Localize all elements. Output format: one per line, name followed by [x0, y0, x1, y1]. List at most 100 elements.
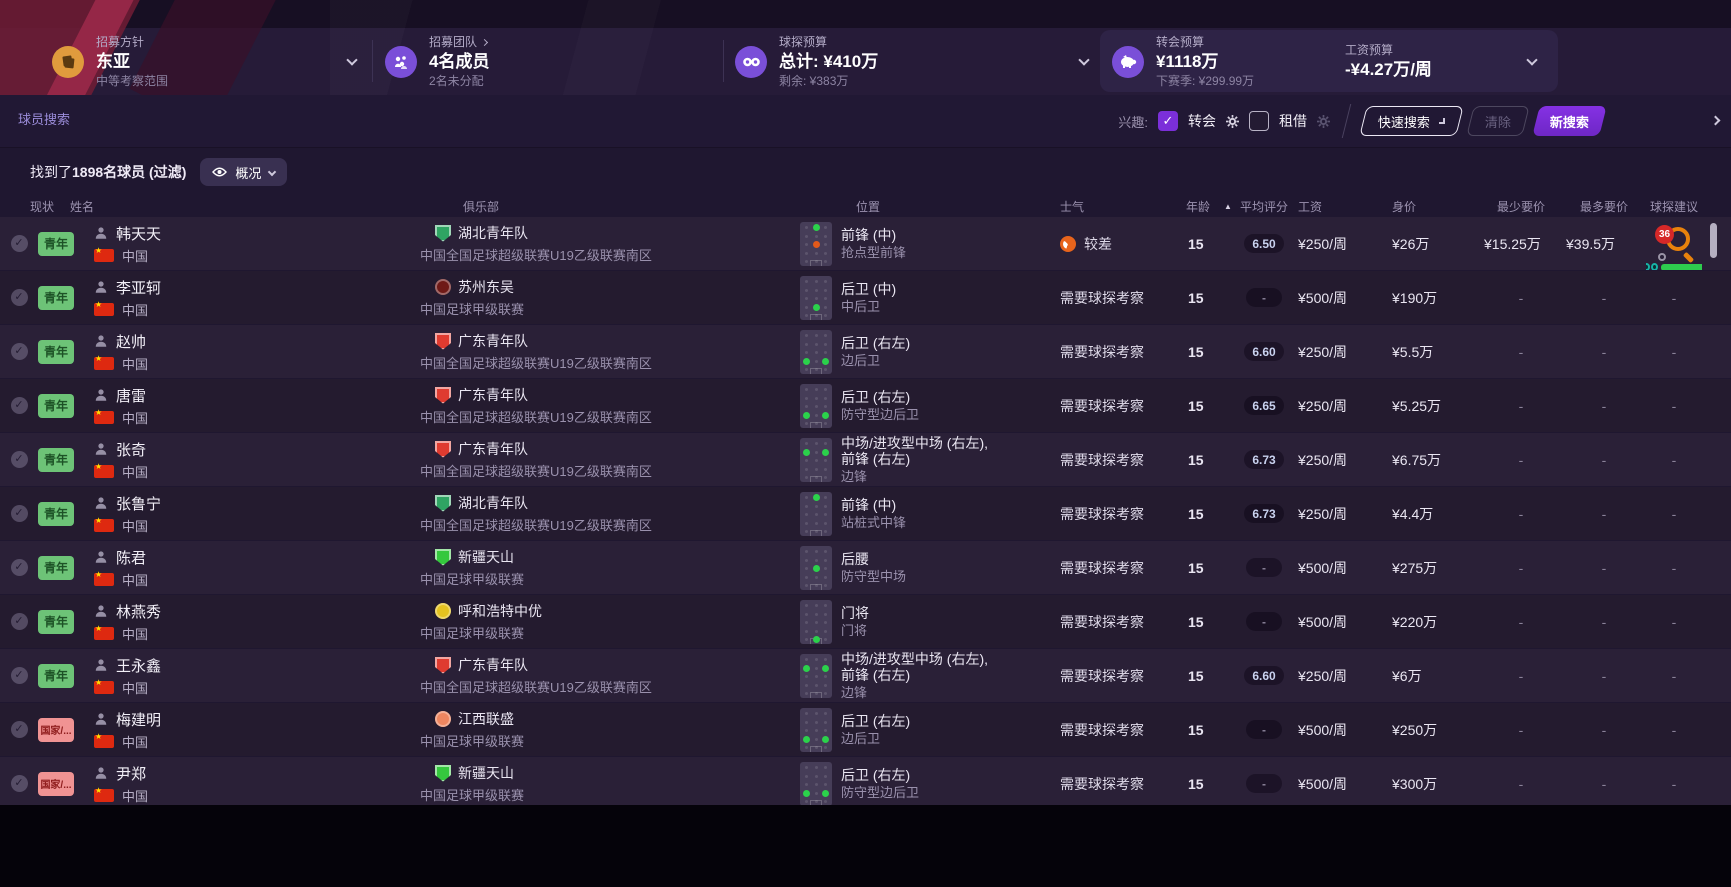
- morale-text: 需要球探考察: [1060, 343, 1144, 360]
- club-name[interactable]: 江西联盛: [458, 709, 514, 729]
- row-checkbox[interactable]: ✓: [10, 235, 28, 252]
- table-row[interactable]: ✓ 青年 张奇 ★ 中国 广东青年队 中国全国足球超级联赛U19乙级联赛南区 中…: [0, 433, 1731, 486]
- recruitment-policy-icon: [52, 46, 84, 78]
- status-badge: 青年: [38, 501, 74, 526]
- transfer-value: ¥275万: [1392, 559, 1438, 576]
- china-flag-icon: ★: [94, 300, 114, 316]
- table-row[interactable]: ✓ 青年 赵帅 ★ 中国 广东青年队 中国全国足球超级联赛U19乙级联赛南区 后…: [0, 325, 1731, 378]
- club-crest-icon: [435, 603, 451, 619]
- row-checkbox[interactable]: ✓: [10, 613, 28, 630]
- club-crest-icon: [435, 224, 451, 242]
- panel-recruitment-team[interactable]: 招募团队 4名成员 2名未分配: [385, 30, 489, 94]
- club-name[interactable]: 广东青年队: [458, 439, 528, 459]
- header-position[interactable]: 位置: [856, 198, 1056, 215]
- player-name[interactable]: 张奇: [116, 439, 146, 460]
- club-name[interactable]: 呼和浩特中优: [458, 601, 542, 621]
- table-row[interactable]: ✓ 青年 韩天天 ★ 中国 湖北青年队 中国全国足球超级联赛U19乙级联赛南区 …: [0, 217, 1731, 270]
- panel-scouting-budget[interactable]: 球探预算 总计: ¥410万 剩余: ¥383万: [735, 30, 878, 94]
- loan-checkbox[interactable]: [1248, 111, 1269, 131]
- panel-wage-budget[interactable]: 工资预算 -¥4.27万/周: [1345, 30, 1432, 94]
- club-name[interactable]: 苏州东吴: [458, 277, 514, 297]
- row-checkbox[interactable]: ✓: [10, 451, 28, 468]
- scout-recommendation-empty: -: [1671, 451, 1677, 468]
- table-row[interactable]: ✓ 青年 林燕秀 ★ 中国 呼和浩特中优 中国足球甲级联赛 门将 门将 需要球探…: [0, 595, 1731, 648]
- club-name[interactable]: 广东青年队: [458, 655, 528, 675]
- new-search-button[interactable]: 新搜索: [1532, 106, 1607, 136]
- league-name: 中国足球甲级联赛: [420, 626, 525, 641]
- header-morale[interactable]: 士气: [1060, 198, 1184, 215]
- row-checkbox[interactable]: ✓: [10, 505, 28, 522]
- header-name[interactable]: 姓名: [70, 198, 420, 215]
- table-row[interactable]: ✓ 青年 唐雷 ★ 中国 广东青年队 中国全国足球超级联赛U19乙级联赛南区 后…: [0, 379, 1731, 432]
- position-text: 中场/进攻型中场 (右左), 前锋 (右左): [841, 651, 988, 683]
- player-name[interactable]: 韩天天: [116, 223, 161, 244]
- club-name[interactable]: 新疆天山: [458, 547, 514, 567]
- row-checkbox[interactable]: ✓: [10, 775, 28, 792]
- table-row[interactable]: ✓ 国家/... 梅建明 ★ 中国 江西联盛 中国足球甲级联赛 后卫 (右左) …: [0, 703, 1731, 756]
- row-checkbox[interactable]: ✓: [10, 289, 28, 306]
- club-name[interactable]: 广东青年队: [458, 331, 528, 351]
- clear-button[interactable]: 清除: [1466, 106, 1530, 136]
- player-name[interactable]: 王永鑫: [116, 655, 161, 676]
- header-club[interactable]: 俱乐部: [463, 198, 784, 215]
- china-flag-icon: ★: [94, 732, 114, 748]
- chevron-right-icon[interactable]: [1710, 115, 1721, 126]
- row-checkbox[interactable]: ✓: [10, 343, 28, 360]
- header-wage[interactable]: 工资: [1296, 198, 1390, 215]
- max-asking-price: -: [1601, 721, 1607, 738]
- scout-recommendation-empty: -: [1671, 559, 1677, 576]
- view-selector[interactable]: 概况: [200, 158, 288, 186]
- panel-recruitment-policy[interactable]: 招募方针 东亚 中等考察范围: [52, 30, 168, 94]
- player-name[interactable]: 赵帅: [116, 331, 146, 352]
- club-name[interactable]: 湖北青年队: [458, 493, 528, 513]
- player-nation: 中国: [122, 680, 149, 696]
- position-map-icon: [800, 491, 832, 536]
- player-name[interactable]: 张鲁宁: [116, 493, 161, 514]
- scout-recommendation-empty: -: [1671, 397, 1677, 414]
- table-row[interactable]: ✓ 青年 王永鑫 ★ 中国 广东青年队 中国全国足球超级联赛U19乙级联赛南区 …: [0, 649, 1731, 702]
- header-min-price[interactable]: 最少要价: [1480, 198, 1562, 215]
- quick-search-dropdown[interactable]: 快速搜索: [1359, 106, 1464, 136]
- table-row[interactable]: ✓ 青年 张鲁宁 ★ 中国 湖北青年队 中国全国足球超级联赛U19乙级联赛南区 …: [0, 487, 1731, 540]
- position-text: 后卫 (中): [841, 281, 897, 297]
- panel-sub: 中等考察范围: [96, 73, 169, 88]
- row-checkbox[interactable]: ✓: [10, 667, 28, 684]
- panel-transfer-budget[interactable]: 转会预算 ¥1118万 下赛季: ¥299.99万: [1112, 30, 1254, 94]
- header-max-price[interactable]: 最多要价: [1562, 198, 1646, 215]
- player-name[interactable]: 李亚轲: [116, 277, 161, 298]
- chevron-down-icon: [268, 167, 277, 177]
- player-name[interactable]: 唐雷: [116, 385, 146, 406]
- header-age[interactable]: 年龄 ▲: [1184, 198, 1232, 215]
- player-role: 边锋: [841, 685, 868, 700]
- player-name[interactable]: 尹郑: [116, 763, 146, 784]
- table-row[interactable]: ✓ 国家/... 尹郑 ★ 中国 新疆天山 中国足球甲级联赛 后卫 (右左) 防…: [0, 757, 1731, 805]
- header-value[interactable]: 身价: [1390, 198, 1480, 215]
- transfer-value: ¥5.25万: [1392, 397, 1442, 414]
- row-checkbox[interactable]: ✓: [10, 397, 28, 414]
- player-role: 站桩式中锋: [841, 515, 907, 530]
- scout-recommendation-badge[interactable]: 36: [1655, 224, 1695, 263]
- player-name[interactable]: 林燕秀: [116, 601, 161, 622]
- vertical-scrollbar[interactable]: [1710, 223, 1717, 258]
- player-role: 防守型中场: [841, 569, 907, 584]
- club-name[interactable]: 新疆天山: [458, 763, 514, 783]
- transfer-checkbox[interactable]: ✓: [1157, 111, 1178, 131]
- gear-icon[interactable]: [1316, 114, 1330, 128]
- league-name: 中国足球甲级联赛: [420, 302, 525, 317]
- header-scout-recommendation[interactable]: 球探建议: [1646, 198, 1702, 215]
- player-name[interactable]: 陈君: [116, 547, 146, 568]
- gear-icon[interactable]: [1225, 114, 1239, 128]
- player-role: 中后卫: [841, 299, 881, 314]
- club-name[interactable]: 广东青年队: [458, 385, 528, 405]
- row-checkbox[interactable]: ✓: [10, 559, 28, 576]
- table-row[interactable]: ✓ 青年 陈君 ★ 中国 新疆天山 中国足球甲级联赛 后腰 防守型中场 需要球探…: [0, 541, 1731, 594]
- row-checkbox[interactable]: ✓: [10, 721, 28, 738]
- player-name[interactable]: 梅建明: [116, 709, 161, 730]
- panel-value: ¥1118万: [1156, 52, 1219, 72]
- recruitment-team-icon: [385, 46, 417, 78]
- header-avg-rating[interactable]: 平均评分: [1232, 198, 1296, 215]
- position-map-icon: [800, 275, 832, 320]
- club-name[interactable]: 湖北青年队: [458, 223, 528, 243]
- table-row[interactable]: ✓ 青年 李亚轲 ★ 中国 苏州东吴 中国足球甲级联赛 后卫 (中) 中后卫 需…: [0, 271, 1731, 324]
- divider: [1341, 104, 1352, 138]
